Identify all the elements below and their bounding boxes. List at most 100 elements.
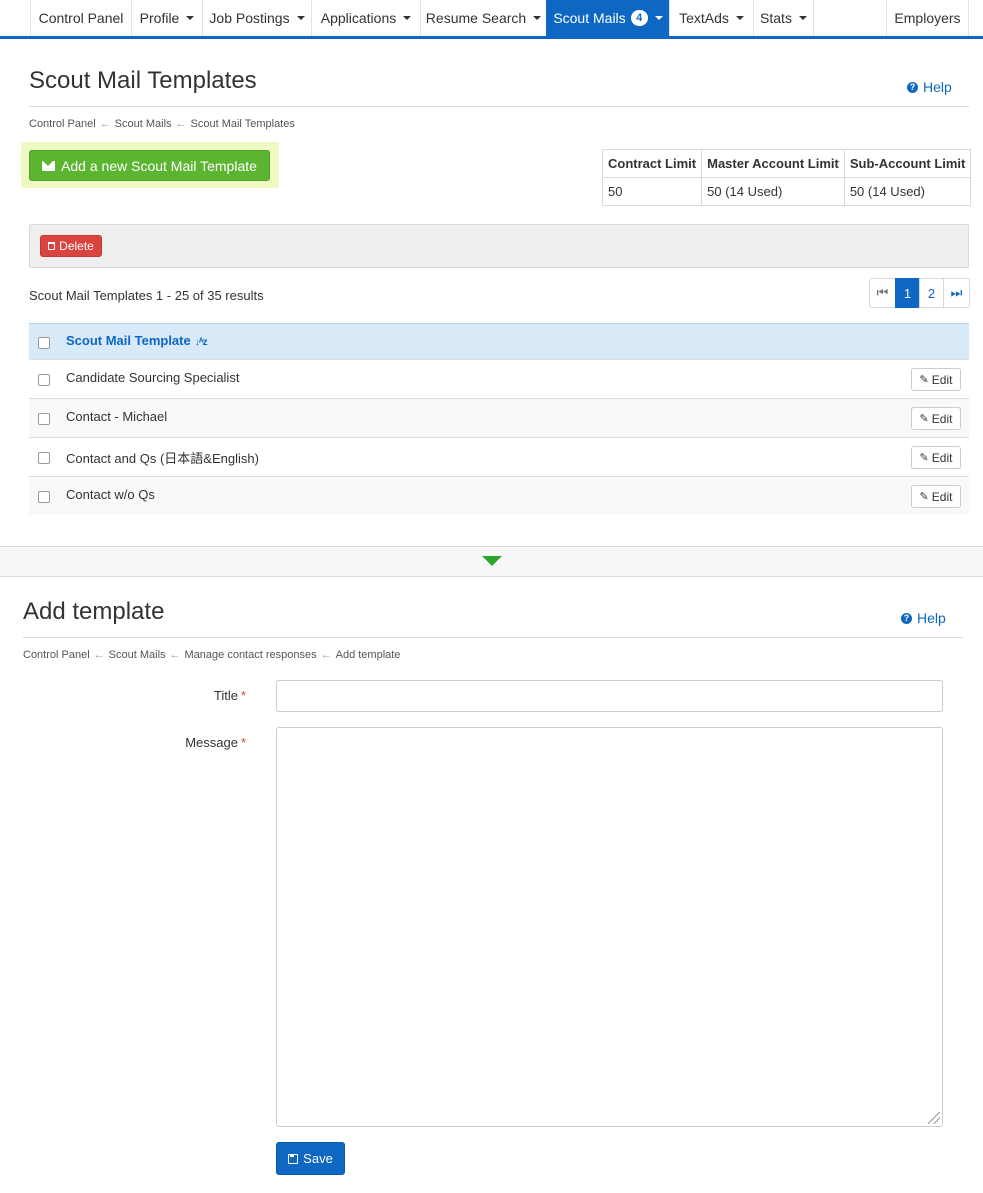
- chevron-down-icon: [735, 16, 744, 20]
- required-mark: *: [240, 735, 246, 750]
- delete-button-label: Delete: [59, 239, 94, 253]
- chevron-down-icon: [186, 16, 195, 20]
- nav-stats[interactable]: Stats: [753, 0, 814, 36]
- resize-handle-icon[interactable]: [928, 1112, 940, 1124]
- add-template-button-label: Add a new Scout Mail Template: [61, 157, 257, 174]
- breadcrumb: Control Panel ← Scout Mails ← Scout Mail Tem…: [29, 118, 295, 130]
- bulk-action-bar: [29, 224, 969, 268]
- top-navigation: Control Panel Profile Job Postings Appli…: [0, 0, 983, 39]
- column-header-template[interactable]: Scout Mail Template ↓ᴬz: [66, 333, 208, 348]
- caret-down-icon[interactable]: [482, 556, 502, 566]
- required-mark: *: [240, 688, 246, 703]
- scout-mails-count-badge: 4: [630, 10, 648, 26]
- limits-header-row: Contract Limit Master Account Limit Sub-…: [601, 149, 972, 178]
- pagination: ⏮ 1 2 ⏭: [869, 278, 970, 308]
- select-all-checkbox[interactable]: [38, 337, 50, 349]
- form-help-link-label: Help: [917, 610, 946, 626]
- breadcrumb-control-panel[interactable]: Control Panel: [29, 118, 96, 130]
- floppy-disk-icon: [288, 1153, 299, 1164]
- breadcrumb-scout-mails[interactable]: Scout Mails: [115, 118, 172, 130]
- title-field-label: Title *: [126, 688, 246, 703]
- row-checkbox[interactable]: [38, 452, 50, 464]
- nav-employers-label: Employers: [894, 10, 961, 26]
- limits-header-sub: Sub-Account Limit: [843, 149, 972, 178]
- row-template-name: Contact and Qs (日本語&English): [66, 451, 259, 466]
- chevron-down-icon: [403, 16, 412, 20]
- table-row: Contact - Michael ✎ Edit: [29, 398, 969, 437]
- breadcrumb-current: Scout Mail Templates: [190, 118, 295, 130]
- page-title: Scout Mail Templates: [29, 67, 257, 94]
- edit-icon: ✎: [919, 374, 929, 386]
- nav-textads[interactable]: TextAds: [669, 0, 753, 36]
- row-template-name: Candidate Sourcing Specialist: [66, 370, 240, 385]
- limits-value-master: 50 (14 Used): [701, 177, 845, 206]
- pagination-page-2[interactable]: 2: [919, 278, 944, 308]
- question-circle-icon: ?: [907, 81, 918, 93]
- breadcrumb-control-panel[interactable]: Control Panel: [23, 649, 90, 661]
- table-row: Contact w/o Qs ✎ Edit: [29, 476, 969, 515]
- chevron-down-icon: [533, 16, 542, 20]
- nav-profile-label: Profile: [139, 10, 180, 26]
- table-row: Candidate Sourcing Specialist ✎ Edit: [29, 359, 969, 398]
- nav-control-panel[interactable]: Control Panel: [30, 0, 131, 36]
- edit-icon: ✎: [919, 452, 929, 464]
- edit-icon: ✎: [919, 413, 929, 425]
- row-template-name: Contact - Michael: [66, 409, 168, 424]
- breadcrumb-separator: ←: [93, 649, 105, 661]
- table-row: Contact and Qs (日本語&English) ✎ Edit: [29, 437, 969, 476]
- nav-profile[interactable]: Profile: [131, 0, 202, 36]
- first-page-icon: ⏮: [876, 285, 889, 300]
- edit-button-label: Edit: [931, 411, 953, 426]
- sort-alpha-icon: ↓ᴬz: [194, 337, 208, 348]
- form-title: Add template: [23, 598, 165, 625]
- message-label-text: Message: [185, 735, 238, 750]
- title-input[interactable]: [276, 680, 943, 712]
- nav-applications-label: Applications: [320, 10, 397, 26]
- nav-resume-search[interactable]: Resume Search: [420, 0, 546, 36]
- result-count: Scout Mail Templates 1 - 25 of 35 result…: [29, 288, 264, 303]
- edit-button[interactable]: ✎ Edit: [911, 485, 961, 508]
- edit-button[interactable]: ✎ Edit: [911, 368, 961, 391]
- message-field-label: Message *: [126, 735, 246, 750]
- breadcrumb-separator: ←: [320, 649, 332, 661]
- pagination-first[interactable]: ⏮: [869, 278, 896, 308]
- limits-header-contract: Contract Limit: [601, 149, 703, 178]
- edit-button[interactable]: ✎ Edit: [911, 446, 961, 469]
- nav-textads-label: TextAds: [679, 10, 729, 26]
- help-link[interactable]: ? Help: [907, 79, 952, 95]
- breadcrumb-scout-mails[interactable]: Scout Mails: [109, 649, 166, 661]
- edit-button-label: Edit: [931, 489, 953, 504]
- nav-applications[interactable]: Applications: [311, 0, 420, 36]
- row-checkbox[interactable]: [38, 413, 50, 425]
- nav-job-postings[interactable]: Job Postings: [202, 0, 311, 36]
- nav-scout-mails[interactable]: Scout Mails 4: [546, 0, 669, 36]
- column-header-label: Scout Mail Template: [66, 333, 191, 348]
- edit-icon: ✎: [919, 491, 929, 503]
- row-checkbox[interactable]: [38, 491, 50, 503]
- chevron-down-icon: [654, 16, 663, 20]
- nav-job-postings-label: Job Postings: [209, 10, 290, 26]
- title-label-text: Title: [213, 688, 238, 703]
- edit-button-label: Edit: [931, 372, 953, 387]
- delete-button[interactable]: Delete: [40, 235, 102, 257]
- trash-icon: [48, 242, 56, 250]
- save-button[interactable]: Save: [276, 1142, 345, 1175]
- last-page-icon: ⏭: [950, 285, 963, 300]
- question-circle-icon: ?: [901, 612, 912, 624]
- chevron-down-icon: [798, 16, 807, 20]
- add-template-button[interactable]: Add a new Scout Mail Template: [29, 150, 270, 181]
- nav-employers[interactable]: Employers: [886, 0, 969, 36]
- form-help-link[interactable]: ? Help: [901, 610, 946, 626]
- message-textarea[interactable]: [276, 727, 943, 1127]
- pagination-page-1[interactable]: 1: [895, 278, 920, 308]
- edit-button[interactable]: ✎ Edit: [911, 407, 961, 430]
- help-link-label: Help: [923, 79, 952, 95]
- pagination-last[interactable]: ⏭: [943, 278, 970, 308]
- row-checkbox[interactable]: [38, 374, 50, 386]
- envelope-icon: [42, 160, 56, 171]
- nav-control-panel-label: Control Panel: [38, 10, 124, 26]
- form-title-divider: [23, 637, 963, 638]
- form-breadcrumb: Control Panel ← Scout Mails ← Manage contact…: [23, 649, 400, 661]
- nav-scout-mails-label: Scout Mails: [553, 10, 626, 26]
- breadcrumb-manage-contact-responses[interactable]: Manage contact responses: [185, 649, 317, 661]
